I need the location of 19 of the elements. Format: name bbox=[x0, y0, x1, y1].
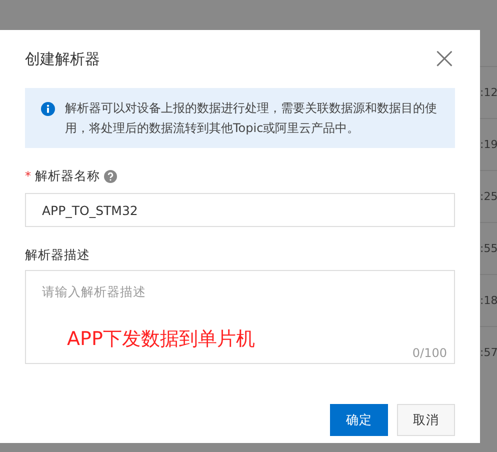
dialog-title: 创建解析器 bbox=[25, 50, 100, 68]
cancel-button[interactable]: 取消 bbox=[397, 404, 455, 436]
field-label: 解析器名称 bbox=[35, 168, 100, 184]
annotation-text: APP下发数据到单片机 bbox=[67, 327, 255, 352]
table-cell: :25 bbox=[480, 190, 497, 203]
character-counter: 0/100 bbox=[412, 346, 447, 360]
required-mark: * bbox=[25, 169, 31, 183]
close-button[interactable]: × bbox=[432, 44, 457, 74]
table-cell: :55 bbox=[480, 242, 497, 255]
table-cell: :57 bbox=[480, 346, 497, 359]
table-cell: :19 bbox=[480, 138, 497, 151]
info-icon bbox=[41, 102, 55, 116]
table-cell: :12 bbox=[480, 86, 497, 99]
field-label: 解析器描述 bbox=[25, 246, 90, 264]
table-cell: :18 bbox=[480, 294, 497, 307]
info-text: 解析器可以对设备上报的数据进行处理，需要关联数据源和数据目的使用，将处理后的数据流转到其他Topic或阿里云产品中。 bbox=[65, 100, 438, 137]
name-input-field[interactable]: APP_TO_STM32 bbox=[25, 193, 455, 227]
help-icon[interactable] bbox=[104, 170, 117, 182]
confirm-button[interactable]: 确定 bbox=[330, 404, 388, 436]
